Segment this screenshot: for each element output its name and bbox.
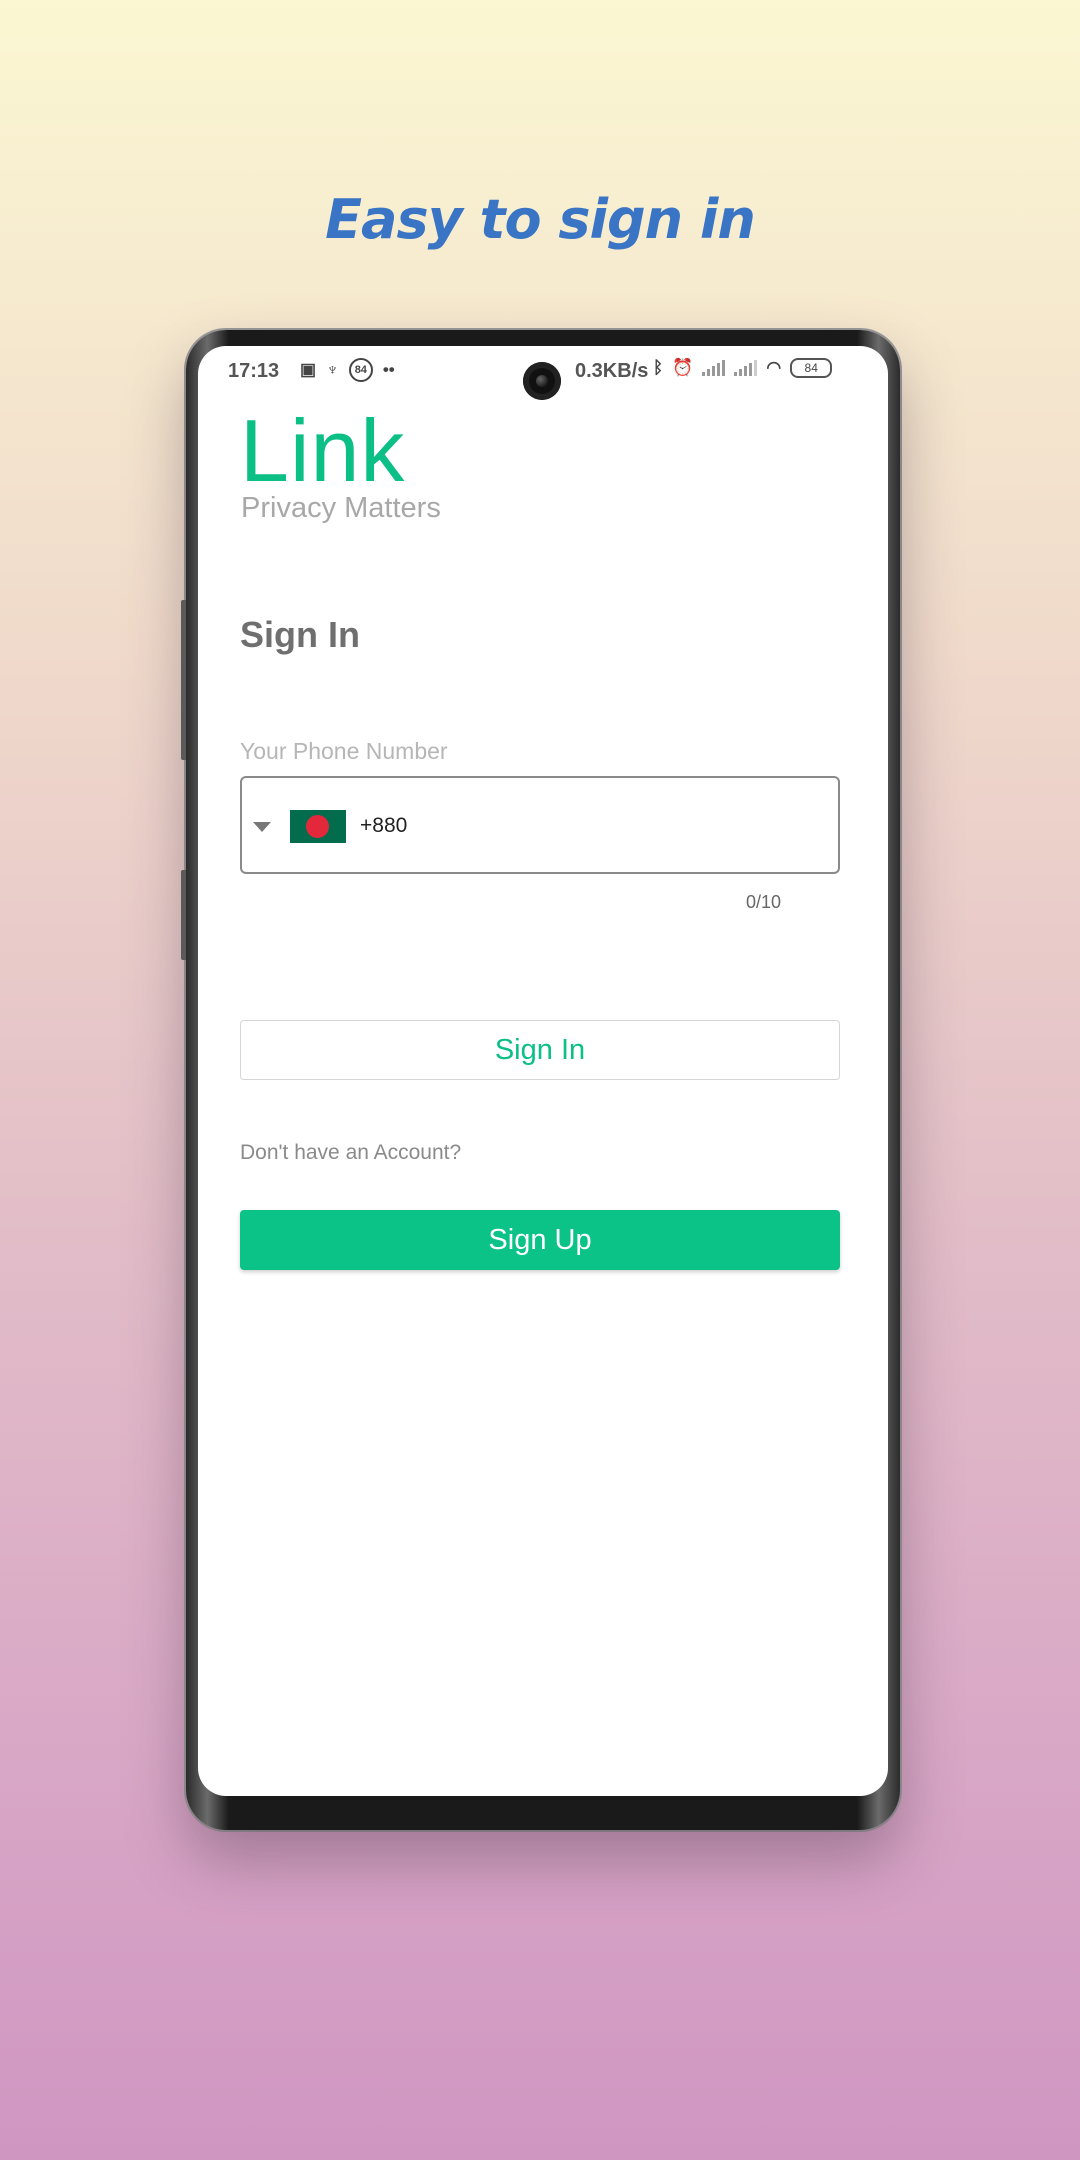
signal-2-icon [734, 360, 758, 376]
country-dropdown-icon[interactable] [253, 822, 271, 832]
network-speed: 0.3KB/s [575, 360, 649, 382]
character-counter: 0/10 [746, 892, 782, 912]
signup-button[interactable]: Sign Up [240, 1210, 840, 1270]
wifi-icon: ◠ [766, 358, 782, 377]
signin-heading: Sign In [240, 614, 360, 655]
app-notification-icon: ♆ [326, 360, 339, 379]
battery-icon: 84 [790, 358, 833, 378]
sim-card-icon: ▣ [300, 360, 317, 379]
phone-number-label: Your Phone Number [240, 738, 448, 764]
no-account-text: Don't have an Account? [240, 1141, 462, 1164]
promo-title: Easy to sign in [325, 188, 756, 251]
app-logo: Link [240, 401, 406, 500]
phone-screen: 17:13 ▣ ♆ 84 •• 0.3KB/s ᛒ ⏰ ◠ 84 Link Pr… [198, 346, 888, 1796]
bluetooth-icon: ᛒ [653, 358, 664, 377]
status-time: 17:13 [228, 360, 280, 382]
bangladesh-flag-icon[interactable] [290, 810, 346, 843]
signin-button[interactable]: Sign In [240, 1020, 840, 1080]
status-bar: 17:13 ▣ ♆ 84 •• 0.3KB/s ᛒ ⏰ ◠ 84 [198, 346, 888, 400]
notification-badge-icon: 84 [348, 358, 373, 382]
dial-code: +880 [360, 814, 408, 837]
app-tagline: Privacy Matters [241, 492, 441, 524]
status-icons-left: ▣ ♆ 84 •• [300, 358, 395, 382]
alarm-icon: ⏰ [672, 358, 694, 377]
signal-icon [702, 360, 726, 376]
more-notifications-icon: •• [382, 360, 395, 379]
volume-button [181, 600, 186, 760]
phone-frame: 17:13 ▣ ♆ 84 •• 0.3KB/s ᛒ ⏰ ◠ 84 Link Pr… [181, 330, 900, 1830]
phone-number-field[interactable]: +880 [240, 776, 840, 874]
front-camera [523, 362, 561, 400]
status-icons-right: ᛒ ⏰ ◠ 84 [653, 358, 833, 378]
power-button [181, 870, 186, 960]
